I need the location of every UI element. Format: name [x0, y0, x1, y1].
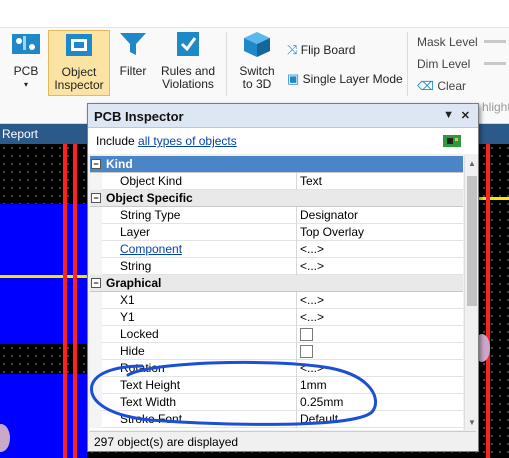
- annotation-ellipse: [90, 360, 378, 426]
